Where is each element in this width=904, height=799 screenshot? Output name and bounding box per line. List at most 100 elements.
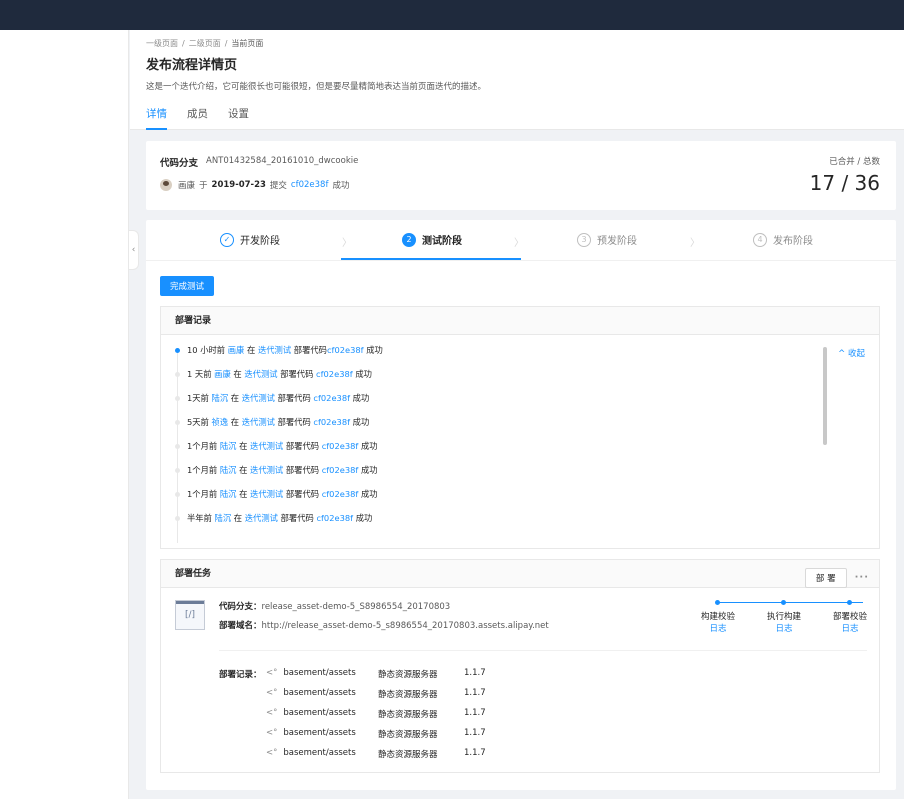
timeline-dot [175,396,180,401]
commit-author: 画康 [178,181,196,191]
log-action: 部署代码 [285,489,320,499]
deploy-timeline: 10 小时前 画康 在 迭代测试 部署代码cf02e38f 成功 1 天前 画康… [175,343,815,543]
log-commit-link[interactable]: cf02e38f [327,345,364,355]
log-in: 在 [230,417,240,427]
step-staging[interactable]: 3 预发阶段 [577,232,637,247]
sidebar-collapse-handle[interactable]: ‹ [129,230,139,270]
log-in: 在 [239,465,248,475]
log-status: 成功 [360,441,378,451]
sidebar [0,30,129,799]
complete-test-button[interactable]: 完成测试 [160,276,215,296]
more-icon[interactable]: ··· [855,564,869,592]
log-project-link[interactable]: 迭代测试 [245,513,278,523]
pipeline-log-link[interactable]: 日志 [759,622,809,634]
pipeline-line [717,602,863,603]
pipeline-log-link[interactable]: 日志 [825,622,875,634]
log-commit-link[interactable]: cf02e38f [322,441,359,451]
log-user-link[interactable]: 画康 [214,369,231,379]
log-project-link[interactable]: 迭代测试 [250,489,283,499]
timeline-item: 半年前 陆沉 在 迭代测试 部署代码 cf02e38f 成功 [175,511,815,535]
breadcrumb-item-level2[interactable]: 二级页面 [189,39,221,48]
tab-settings[interactable]: 设置 [228,106,249,130]
log-commit-link[interactable]: cf02e38f [322,465,359,475]
log-commit-link[interactable]: cf02e38f [313,417,350,427]
log-action: 部署代码 [285,465,320,475]
share-icon: <° [266,668,278,678]
log-project-link[interactable]: 迭代测试 [250,441,283,451]
record-server: 静态资源服务器 [378,730,438,740]
record-row: <° basement/assets 静态资源服务器 1.1.7 [266,708,486,720]
log-user-link[interactable]: 陆沉 [220,441,237,451]
step-testing[interactable]: 2 测试阶段 [402,232,462,247]
records-label: 部署记录： [219,670,262,680]
record-server: 静态资源服务器 [378,710,438,720]
breadcrumb-item-level1[interactable]: 一级页面 [146,39,178,48]
log-in: 在 [233,369,242,379]
tab-members[interactable]: 成员 [187,106,208,130]
log-user-link[interactable]: 陆沉 [212,393,229,403]
step-label: 开发阶段 [240,236,280,247]
tab-bar: 详情 成员 设置 [146,106,269,130]
task-domain-label: 部署域名： [219,621,262,631]
record-server: 静态资源服务器 [378,750,438,760]
tab-details[interactable]: 详情 [146,106,167,130]
log-action: 部署代码 [280,513,314,523]
log-commit-link[interactable]: cf02e38f [316,369,353,379]
collapse-link[interactable]: ^ 收起 [838,347,865,359]
log-project-link[interactable]: 迭代测试 [250,465,283,475]
record-server: 静态资源服务器 [378,690,438,700]
share-icon: <° [266,748,278,758]
log-status: 成功 [352,393,370,403]
log-action: 部署代码 [280,369,314,379]
pipeline-log-link[interactable]: 日志 [693,622,743,634]
timeline-item: 1个月前 陆沉 在 迭代测试 部署代码 cf02e38f 成功 [175,439,815,463]
log-project-link[interactable]: 迭代测试 [242,417,275,427]
log-action: 部署代码 [277,417,311,427]
commit-line: 画康 于 2019-07-23 提交 cf02e38f 成功 [160,179,349,191]
log-user-link[interactable]: 陆沉 [215,513,232,523]
record-path: basement/assets [283,748,356,758]
log-in: 在 [230,393,240,403]
commit-hash-link[interactable]: cf02e38f [291,180,329,190]
record-path: basement/assets [283,668,356,678]
log-commit-link[interactable]: cf02e38f [316,513,353,523]
record-path: basement/assets [283,708,356,718]
log-status: 成功 [352,417,370,427]
step-release[interactable]: 4 发布阶段 [753,232,813,247]
breadcrumb-item-current: 当前页面 [231,39,264,48]
deploy-task-title: 部署任务 [175,569,212,579]
step-number-icon: 4 [753,232,767,247]
deploy-button[interactable]: 部 署 [804,568,847,588]
share-icon: <° [266,688,278,698]
log-user-link[interactable]: 陆沉 [220,465,237,475]
timeline-item: 1个月前 陆沉 在 迭代测试 部署代码 cf02e38f 成功 [175,463,815,487]
log-user-link[interactable]: 画康 [228,345,245,355]
page-description: 这是一个迭代介绍，它可能很长也可能很短，但是要尽量精简地表达当前页面迭代的描述。 [146,82,487,92]
timeline-item: 1天前 陆沉 在 迭代测试 部署代码 cf02e38f 成功 [175,391,815,415]
timeline-dot [175,420,180,425]
log-project-link[interactable]: 迭代测试 [258,345,291,355]
steps-bar: ✓ 开发阶段 〉 2 测试阶段 〉 3 预发阶段 〉 4 发布阶段 [146,220,896,261]
step-development[interactable]: ✓ 开发阶段 [220,232,280,247]
log-commit-link[interactable]: cf02e38f [313,393,350,403]
log-time: 1个月前 [187,441,218,451]
log-project-link[interactable]: 迭代测试 [242,393,275,403]
release-process-card: ✓ 开发阶段 〉 2 测试阶段 〉 3 预发阶段 〉 4 发布阶段 完成测试 部… [146,220,896,790]
task-branch-value: release_asset-demo-5_S8986554_20170803 [261,602,451,612]
active-step-indicator [341,258,521,260]
log-commit-link[interactable]: cf02e38f [322,489,359,499]
commit-date: 2019-07-23 [211,180,266,190]
merge-stat-value: 17 / 36 [809,171,880,195]
log-user-link[interactable]: 陆沉 [220,489,237,499]
record-version: 1.1.7 [464,708,486,718]
log-project-link[interactable]: 迭代测试 [244,369,277,379]
merge-stat-label: 已合并 / 总数 [829,157,880,167]
deploy-task-panel: 部署任务 部 署 ··· [/] 代码分支：release_asset-demo… [160,559,880,773]
pipeline-step-label: 执行构建 [766,612,801,622]
task-domain-value: http://release_asset-demo-5_s8986554_201… [261,621,549,631]
log-status: 成功 [360,489,378,499]
log-in: 在 [233,513,243,523]
pipeline-dot [847,600,852,605]
deploy-log-scrollbar[interactable] [823,347,827,445]
log-user-link[interactable]: 祯逸 [212,417,229,427]
